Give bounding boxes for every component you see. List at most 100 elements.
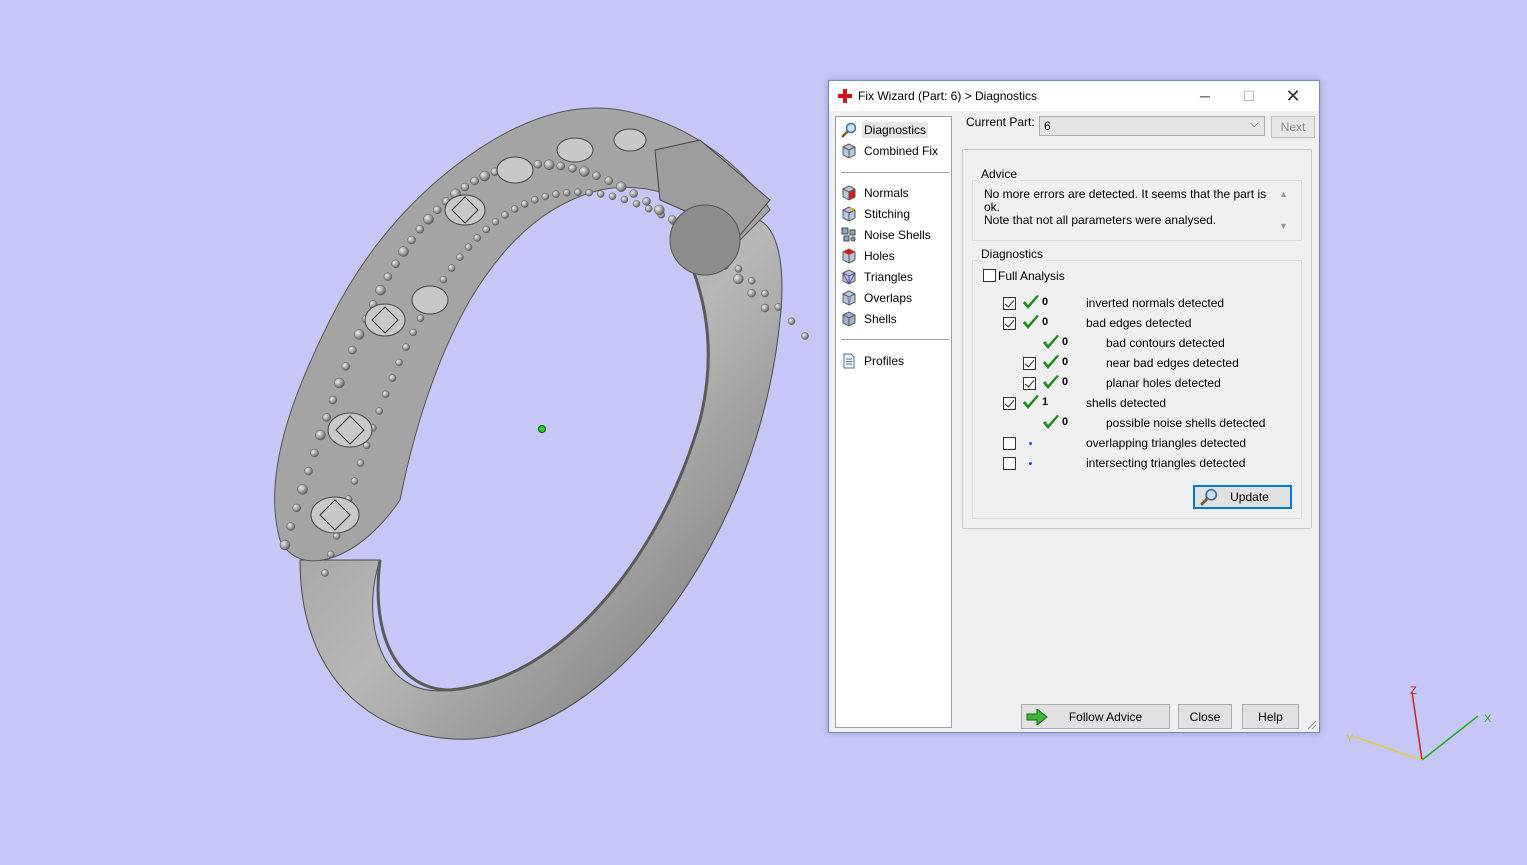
diagnostic-checkbox[interactable]	[1023, 377, 1036, 390]
nav-item-triangles[interactable]: Triangles	[841, 267, 949, 286]
cube-icon	[842, 142, 856, 159]
help-button[interactable]: Help	[1242, 704, 1299, 729]
diagnostic-checkbox[interactable]	[1003, 397, 1016, 410]
title-bar[interactable]: Fix Wizard (Part: 6) > Diagnostics ─ ☐ ✕	[829, 81, 1319, 111]
ring-bead	[375, 284, 386, 296]
ring-bead	[447, 264, 456, 272]
nav-item-combined-fix[interactable]: Combined Fix	[841, 141, 949, 160]
ring-bead	[322, 413, 331, 422]
ring-bead	[353, 329, 365, 340]
ring-bead	[279, 539, 291, 551]
nav-label: Profiles	[864, 353, 905, 368]
diagnostic-checkbox[interactable]	[1003, 297, 1016, 310]
full-analysis-checkbox[interactable]	[983, 269, 996, 282]
ring-bead	[381, 390, 390, 399]
follow-advice-button[interactable]: Follow Advice	[1021, 704, 1170, 729]
magnifier-icon	[841, 122, 857, 138]
ring-bead	[801, 332, 809, 340]
ring-model[interactable]	[0, 0, 820, 800]
ring-bead	[615, 181, 627, 192]
nav-label: Diagnostics	[862, 121, 929, 138]
green-check-icon	[1023, 395, 1039, 409]
green-arrow-icon	[1026, 709, 1048, 725]
diagnostic-checkbox[interactable]	[1003, 317, 1016, 330]
ring-bead	[328, 395, 338, 405]
ring-bead	[734, 265, 743, 273]
ring-bead	[747, 277, 756, 285]
ring-bead	[423, 213, 434, 225]
ring-bead	[334, 377, 345, 389]
nav-item-shells[interactable]: Shells	[841, 309, 949, 328]
ring-bead	[398, 246, 409, 257]
nav-item-normals[interactable]: Normals	[841, 183, 949, 202]
nav-label: Shells	[864, 311, 897, 326]
ring-bead	[761, 289, 769, 298]
green-check-icon	[1043, 335, 1059, 349]
nav-item-overlaps[interactable]: Overlaps	[841, 288, 949, 307]
ring-bead	[415, 224, 425, 234]
diagnostic-count: 1	[1042, 396, 1049, 408]
ring-bead	[321, 569, 329, 577]
magnifier-icon	[1200, 488, 1218, 506]
next-button[interactable]: Next	[1271, 116, 1315, 138]
nav-item-holes[interactable]: Holes	[841, 246, 949, 265]
maximize-button[interactable]: ☐	[1227, 81, 1271, 111]
diagnostic-checkbox[interactable]	[1023, 357, 1036, 370]
nav-item-diagnostics[interactable]: Diagnostics	[841, 120, 949, 139]
ring-bead	[585, 188, 593, 197]
ring-bead	[568, 164, 577, 173]
diagnostic-count: 0	[1062, 416, 1069, 428]
triangles-cube-icon	[842, 268, 856, 285]
current-part-select[interactable]: 6 ⌵	[1039, 116, 1265, 136]
update-button[interactable]: Update	[1193, 485, 1292, 509]
ring-bead	[510, 205, 519, 213]
scroll-up-icon[interactable]: ▲	[1279, 189, 1288, 199]
ring-bead	[341, 362, 350, 371]
diagnostic-checkbox[interactable]	[1003, 457, 1016, 470]
scroll-down-icon[interactable]: ▼	[1279, 221, 1288, 231]
close-window-button[interactable]: ✕	[1271, 81, 1315, 111]
green-check-icon	[1043, 415, 1059, 429]
ring-bead	[774, 303, 783, 311]
advice-text[interactable]: No more errors are detected. It seems th…	[984, 188, 1274, 227]
ring-bead	[563, 188, 571, 197]
ring-bead	[383, 272, 393, 281]
ring-bead	[642, 197, 651, 206]
resize-grip-icon[interactable]	[1307, 720, 1317, 730]
nav-item-noise-shells[interactable]: Noise Shells	[841, 225, 949, 244]
ring-bead	[350, 477, 359, 485]
overlaps-cube-icon	[842, 289, 856, 306]
ring-bead	[543, 159, 555, 170]
green-check-icon	[1043, 355, 1059, 369]
diagnostic-count: 0	[1062, 356, 1069, 368]
nav-label: Stitching	[864, 206, 911, 221]
ring-bead	[632, 199, 641, 208]
diagnostic-checkbox[interactable]	[1003, 437, 1016, 450]
nav-item-stitching[interactable]: Stitching	[841, 204, 949, 223]
minimize-button[interactable]: ─	[1183, 81, 1227, 111]
ring-bead	[304, 466, 313, 476]
diagnostic-count: 0	[1062, 376, 1069, 388]
ring-bead	[315, 429, 326, 441]
nav-label: Combined Fix	[864, 143, 939, 158]
ring-bead	[416, 314, 425, 322]
ring-bead	[402, 343, 410, 351]
diagnostic-label: bad contours detected	[1106, 336, 1225, 350]
nav-label: Overlaps	[864, 290, 913, 305]
axes-gizmo: Z X Y	[1346, 685, 1492, 761]
nav-label: Triangles	[864, 269, 913, 284]
axis-y-label: Y	[1346, 733, 1354, 745]
diagnostic-label: inverted normals detected	[1086, 296, 1225, 310]
ring-bead	[479, 170, 490, 182]
shells-cube-icon	[842, 310, 856, 327]
ring-bead	[310, 448, 319, 458]
ring-bead	[439, 275, 448, 284]
ring-bead	[464, 243, 473, 251]
nav-divider	[841, 172, 949, 173]
ring-bead	[482, 225, 491, 234]
ring-bead	[596, 190, 605, 198]
ring-bead	[470, 176, 479, 186]
nav-label: Normals	[864, 185, 909, 200]
nav-item-profiles[interactable]: Profiles	[841, 351, 949, 370]
close-button[interactable]: Close	[1178, 704, 1232, 729]
